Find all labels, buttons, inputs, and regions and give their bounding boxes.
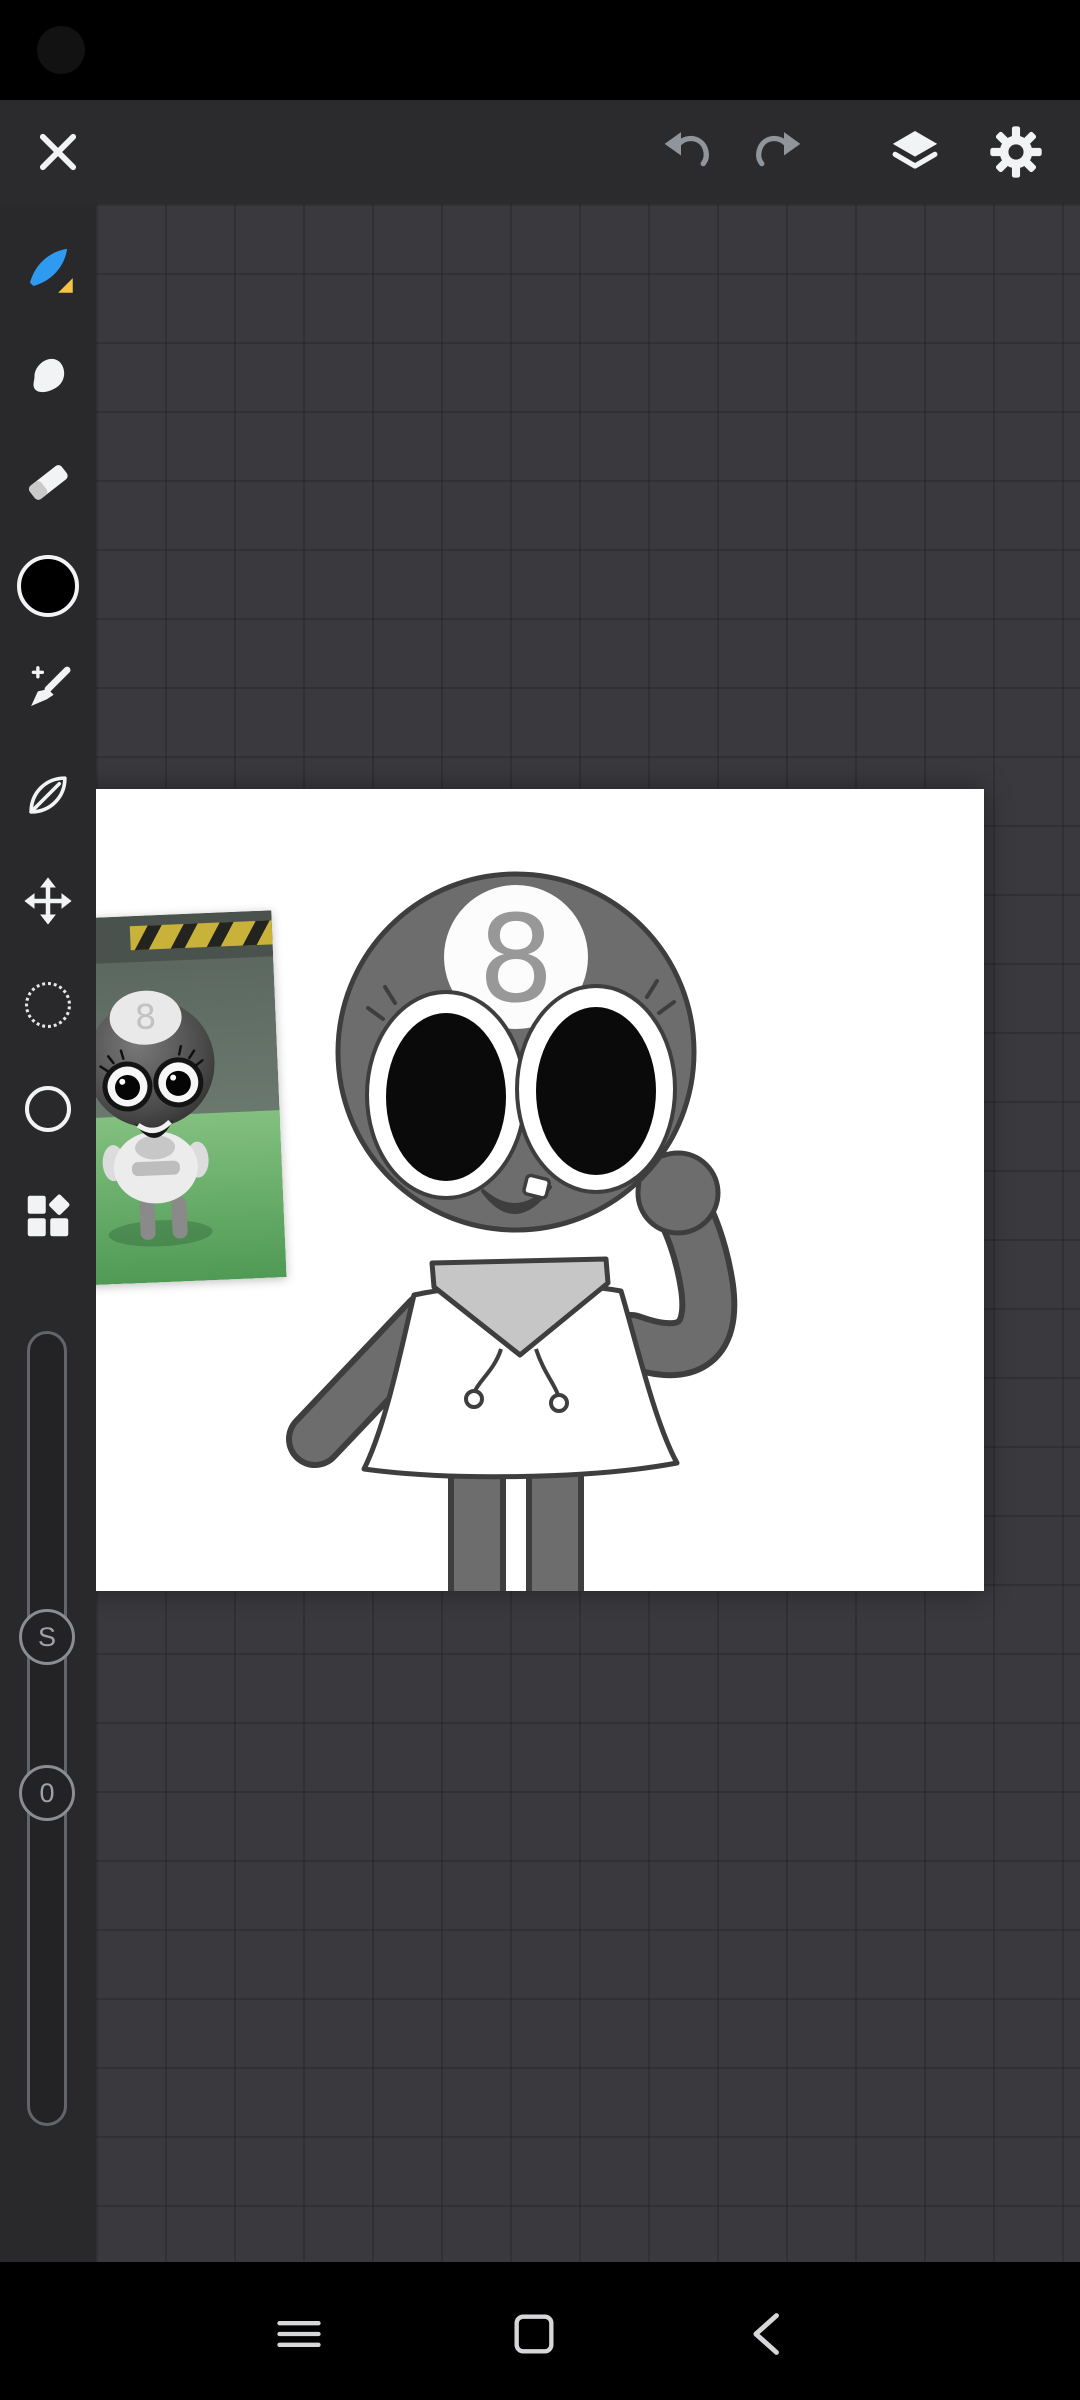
camera-cutout <box>37 26 85 74</box>
nav-back-button[interactable] <box>734 2298 806 2370</box>
app-root: 8 8 S 0 <box>0 0 1080 2400</box>
brush-slider-track[interactable] <box>27 1331 67 2126</box>
nav-overview-button[interactable] <box>498 2298 570 2370</box>
tool-sidebar: S 0 <box>0 204 96 2262</box>
workspace[interactable]: 8 8 <box>31 204 1080 2262</box>
tool-shape[interactable] <box>0 1081 96 1137</box>
drawing-canvas[interactable]: 8 8 <box>31 789 984 1591</box>
android-navbar <box>0 2262 1080 2400</box>
close-button[interactable] <box>22 116 94 188</box>
brush-nib-icon <box>30 248 73 293</box>
reference-ball-number: 8 <box>134 997 157 1038</box>
dotted-circle-icon <box>25 982 71 1028</box>
blocks-grid-icon <box>27 1194 70 1237</box>
top-toolbar <box>0 100 1080 276</box>
tool-eraser[interactable] <box>0 454 96 510</box>
stabilizer-knob-label: S <box>37 1621 56 1652</box>
layers-button[interactable] <box>879 116 951 188</box>
leaf-icon <box>29 776 67 814</box>
status-bar <box>0 0 1080 100</box>
close-x-icon <box>39 133 77 171</box>
content-area: 8 8 S 0 <box>0 204 1080 2262</box>
smudge-blob-icon <box>33 358 65 393</box>
tool-paint-brush[interactable] <box>0 660 96 716</box>
move-arrows-icon <box>24 877 72 925</box>
tool-smudge[interactable] <box>0 347 96 403</box>
back-chevron-icon <box>753 2313 779 2355</box>
gear-icon <box>990 126 1042 178</box>
tool-lasso[interactable] <box>0 977 96 1033</box>
hamburger-icon <box>277 2321 321 2347</box>
settings-button[interactable] <box>980 116 1052 188</box>
tool-transform[interactable] <box>0 873 96 929</box>
undo-arrow-icon <box>664 132 709 167</box>
tool-vector[interactable] <box>0 767 96 823</box>
paint-brush-icon <box>31 666 71 706</box>
stabilizer-knob[interactable]: S <box>19 1609 75 1665</box>
undo-button[interactable] <box>652 116 724 188</box>
opacity-knob-label: 0 <box>39 1777 55 1808</box>
color-swatch <box>17 555 79 617</box>
nav-menu-button[interactable] <box>263 2298 335 2370</box>
redo-arrow-icon <box>756 132 801 167</box>
tool-materials[interactable] <box>0 1188 96 1244</box>
layers-stack-icon <box>892 131 938 169</box>
square-outline-icon <box>514 2314 554 2354</box>
tool-brush[interactable] <box>0 240 96 296</box>
eraser-icon <box>29 465 68 500</box>
redo-button[interactable] <box>741 116 813 188</box>
circle-outline-icon <box>25 1086 71 1132</box>
tool-color[interactable] <box>0 554 96 618</box>
opacity-knob[interactable]: 0 <box>19 1765 75 1821</box>
